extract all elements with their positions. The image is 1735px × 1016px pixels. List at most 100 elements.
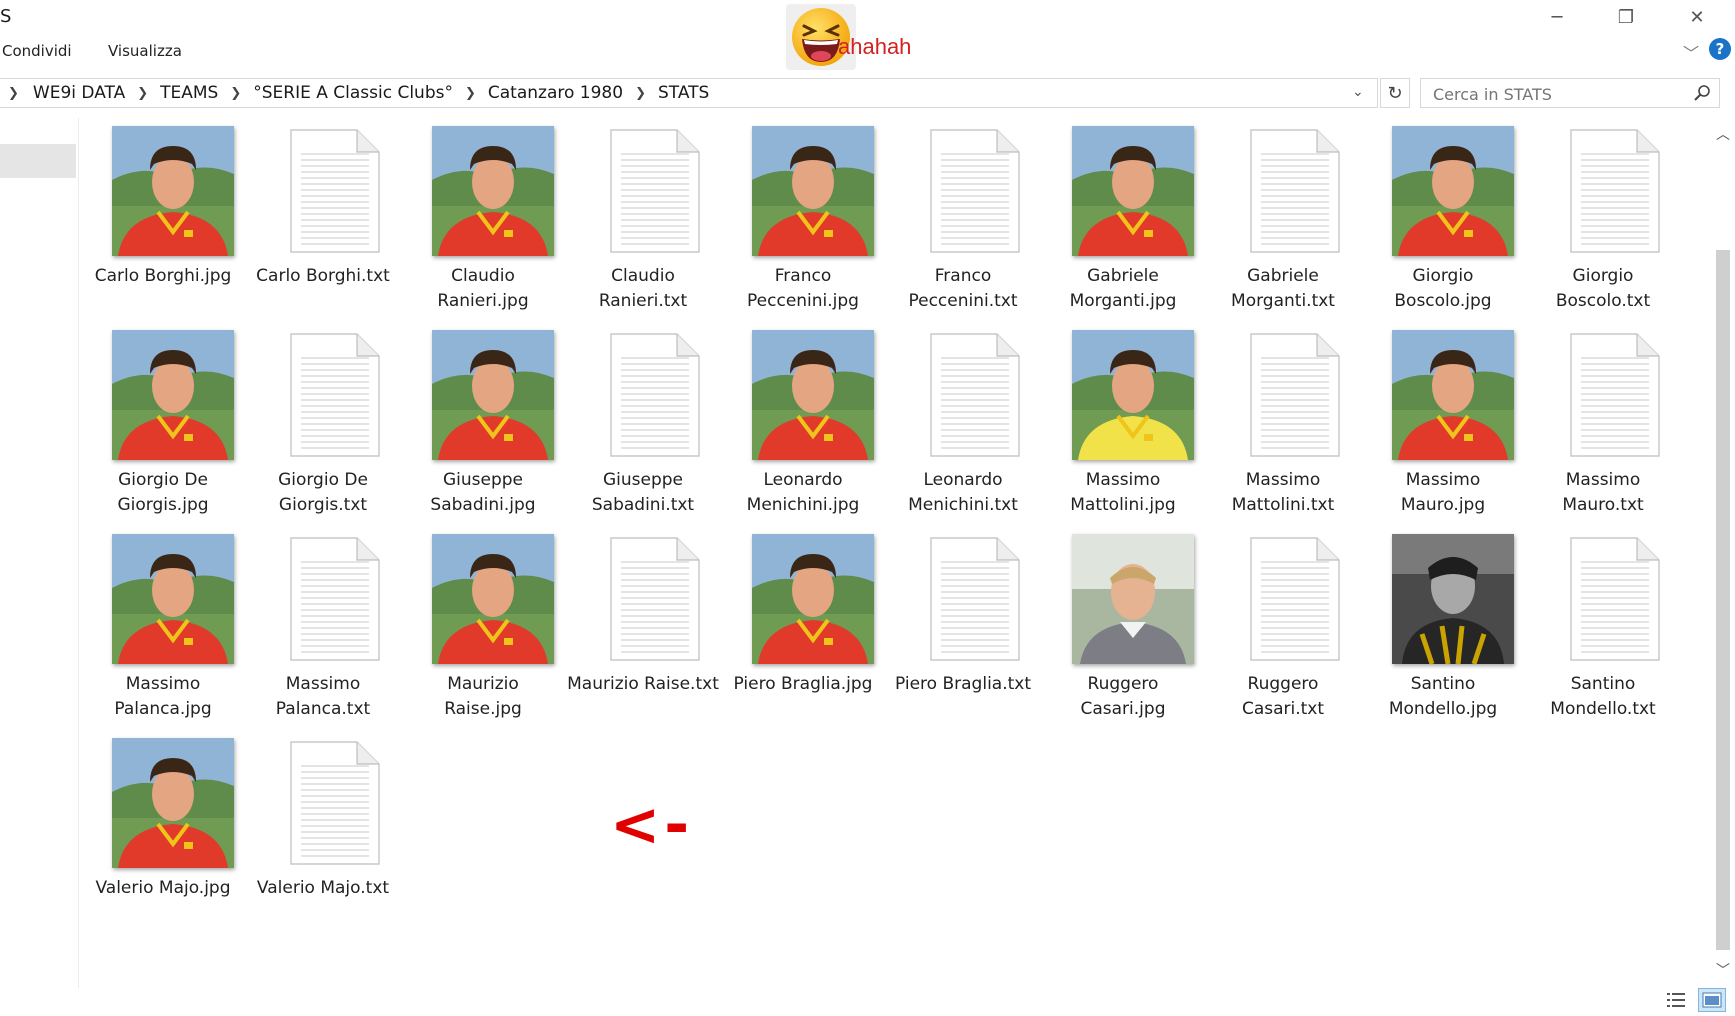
search-input[interactable] [1431, 82, 1675, 106]
file-name-label: Valerio Majo.txt [256, 878, 390, 898]
details-view-icon [1667, 993, 1685, 1007]
image-file-item[interactable]: Giorgio Boscolo.jpg [1363, 118, 1523, 318]
text-document-icon [287, 740, 383, 866]
text-file-item[interactable]: Giuseppe Sabadini.txt [563, 322, 723, 522]
breadcrumb-catanzaro[interactable]: Catanzaro 1980 [488, 83, 623, 103]
file-name-label: Claudio Ranieri.txt [598, 266, 688, 311]
chevron-down-icon[interactable]: ⌄ [1352, 84, 1364, 100]
vertical-scrollbar[interactable]: ︿ ﹀ [1712, 118, 1734, 988]
image-file-item[interactable]: Ruggero Casari.jpg [1043, 526, 1203, 726]
ribbon-expand-icon[interactable]: ﹀ [1683, 40, 1699, 64]
file-name-label: Giorgio De Giorgis.txt [278, 470, 368, 515]
chevron-right-icon[interactable]: ❯ [230, 86, 241, 101]
text-file-item[interactable]: Valerio Majo.txt [243, 730, 403, 930]
image-file-item[interactable]: Piero Braglia.jpg [723, 526, 883, 726]
refresh-icon: ↻ [1387, 82, 1403, 104]
large-icons-view-icon [1702, 992, 1722, 1008]
details-view-button[interactable] [1664, 988, 1688, 1012]
text-document-icon [927, 332, 1023, 458]
image-file-item[interactable]: Santino Mondello.jpg [1363, 526, 1523, 726]
file-name-label: Maurizio Raise.jpg [444, 674, 522, 719]
image-thumbnail [112, 738, 234, 868]
file-name-label: Franco Peccenini.jpg [747, 266, 859, 311]
search-box[interactable] [1420, 78, 1720, 108]
text-file-item[interactable]: Ruggero Casari.txt [1203, 526, 1363, 726]
file-name-label: Maurizio Raise.txt [567, 674, 719, 694]
file-name-label: Carlo Borghi.txt [256, 266, 390, 286]
image-thumbnail [432, 534, 554, 664]
large-icons-view-button[interactable] [1698, 988, 1726, 1012]
image-thumbnail [752, 534, 874, 664]
image-file-item[interactable]: Giuseppe Sabadini.jpg [403, 322, 563, 522]
chevron-right-icon[interactable]: ❯ [8, 86, 19, 101]
image-file-item[interactable]: Franco Peccenini.jpg [723, 118, 883, 318]
scroll-up-icon[interactable]: ︿ [1716, 124, 1730, 144]
close-button[interactable]: ✕ [1665, 0, 1729, 34]
text-file-item[interactable]: Maurizio Raise.txt [563, 526, 723, 726]
text-file-item[interactable]: Giorgio Boscolo.txt [1523, 118, 1683, 318]
breadcrumb-stats[interactable]: STATS [658, 83, 709, 103]
image-thumbnail [432, 330, 554, 460]
file-name-label: Massimo Palanca.jpg [114, 674, 212, 719]
file-name-label: Massimo Mauro.jpg [1400, 470, 1486, 515]
text-file-item[interactable]: Piero Braglia.txt [883, 526, 1043, 726]
breadcrumb-serie-a[interactable]: °SERIE A Classic Clubs° [253, 83, 453, 103]
text-document-icon [607, 128, 703, 254]
file-name-label: Valerio Majo.jpg [95, 878, 231, 898]
scroll-thumb[interactable] [1716, 250, 1730, 950]
image-file-item[interactable]: Carlo Borghi.jpg [83, 118, 243, 318]
chevron-right-icon[interactable]: ❯ [635, 86, 646, 101]
address-bar[interactable]: ❯ WE9i DATA ❯ TEAMS ❯ °SERIE A Classic C… [0, 78, 1378, 108]
text-file-item[interactable]: Giorgio De Giorgis.txt [243, 322, 403, 522]
image-file-item[interactable]: Giorgio De Giorgis.jpg [83, 322, 243, 522]
file-grid: Carlo Borghi.jpg Carlo Borghi.txt Claudio … [80, 118, 1710, 988]
image-thumbnail [1072, 126, 1194, 256]
tab-visualizza[interactable]: Visualizza [108, 42, 182, 60]
text-document-icon [1567, 536, 1663, 662]
image-file-item[interactable]: Valerio Majo.jpg [83, 730, 243, 930]
image-file-item[interactable]: Claudio Ranieri.jpg [403, 118, 563, 318]
refresh-button[interactable]: ↻ [1380, 78, 1410, 108]
minimize-button[interactable]: ─ [1525, 0, 1589, 34]
chevron-right-icon[interactable]: ❯ [137, 86, 148, 101]
file-name-label: Massimo Mattolini.txt [1231, 470, 1335, 515]
search-icon[interactable] [1693, 84, 1711, 102]
scroll-down-icon[interactable]: ﹀ [1716, 960, 1730, 980]
image-file-item[interactable]: Massimo Mauro.jpg [1363, 322, 1523, 522]
navigation-pane[interactable] [0, 118, 79, 988]
title-bar: S ─ ❐ ✕ [0, 0, 1735, 34]
chevron-right-icon[interactable]: ❯ [465, 86, 476, 101]
file-name-label: Ruggero Casari.jpg [1080, 674, 1166, 719]
image-file-item[interactable]: Massimo Mattolini.jpg [1043, 322, 1203, 522]
text-file-item[interactable]: Massimo Mauro.txt [1523, 322, 1683, 522]
tab-condividi[interactable]: Condividi [2, 42, 72, 60]
window-title: S [0, 6, 12, 27]
text-file-item[interactable]: Massimo Palanca.txt [243, 526, 403, 726]
file-name-label: Giorgio De Giorgis.jpg [117, 470, 209, 515]
breadcrumb-we9i-data[interactable]: WE9i DATA [33, 83, 125, 103]
text-file-item[interactable]: Claudio Ranieri.txt [563, 118, 723, 318]
text-file-item[interactable]: Santino Mondello.txt [1523, 526, 1683, 726]
image-file-item[interactable]: Leonardo Menichini.jpg [723, 322, 883, 522]
image-file-item[interactable]: Massimo Palanca.jpg [83, 526, 243, 726]
nav-selected-item[interactable] [0, 144, 76, 178]
file-name-label: Giuseppe Sabadini.txt [591, 470, 695, 515]
image-thumbnail [1072, 330, 1194, 460]
image-file-item[interactable]: Gabriele Morganti.jpg [1043, 118, 1203, 318]
text-file-item[interactable]: Massimo Mattolini.txt [1203, 322, 1363, 522]
text-file-item[interactable]: Franco Peccenini.txt [883, 118, 1043, 318]
file-name-label: Santino Mondello.txt [1550, 674, 1656, 719]
breadcrumb-teams[interactable]: TEAMS [160, 83, 218, 103]
close-icon: ✕ [1689, 6, 1705, 28]
help-icon[interactable]: ? [1709, 38, 1731, 60]
image-thumbnail [112, 126, 234, 256]
file-name-label: Massimo Palanca.txt [275, 674, 371, 719]
text-file-item[interactable]: Leonardo Menichini.txt [883, 322, 1043, 522]
text-file-item[interactable]: Gabriele Morganti.txt [1203, 118, 1363, 318]
text-document-icon [607, 332, 703, 458]
restore-button[interactable]: ❐ [1594, 0, 1658, 34]
text-document-icon [287, 128, 383, 254]
text-file-item[interactable]: Carlo Borghi.txt [243, 118, 403, 318]
image-file-item[interactable]: Maurizio Raise.jpg [403, 526, 563, 726]
file-name-label: Giorgio Boscolo.jpg [1394, 266, 1492, 311]
